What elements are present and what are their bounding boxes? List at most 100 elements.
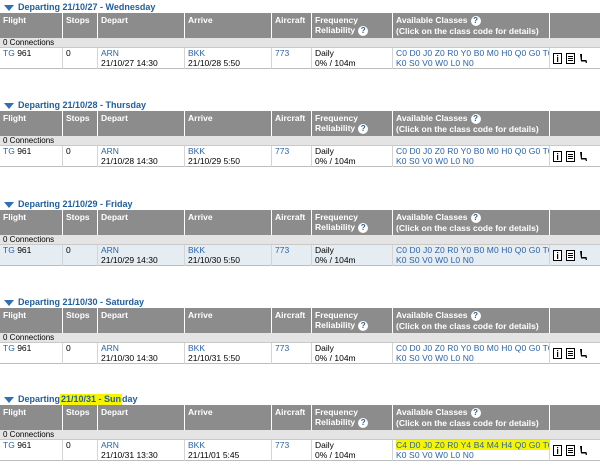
col-aircraft: Aircraft <box>272 210 312 235</box>
classes-help-icon[interactable]: ? <box>470 15 481 26</box>
section-title[interactable]: Departing 21/10/28 - Thursday <box>4 100 146 111</box>
info-icon[interactable] <box>553 445 562 456</box>
frequency-help-icon[interactable]: ? <box>358 222 369 233</box>
day-section-thursday: Departing 21/10/28 - Thursday Flight Sto… <box>0 98 600 167</box>
col-frequency-line2: Reliability <box>315 222 356 232</box>
details-icon[interactable] <box>566 151 575 162</box>
reliability-value: 0% / 104m <box>315 254 356 265</box>
airline-link[interactable]: TG <box>3 440 15 450</box>
aircraft-link[interactable]: 773 <box>275 245 289 255</box>
classes-cell: C0 D0 J0 Z0 R0 Y0 B0 M0 H0 Q0 G0 T0 K0 S0… <box>393 343 550 364</box>
col-classes-line1: Available Classes <box>396 407 468 417</box>
info-icon[interactable] <box>553 250 562 261</box>
classes-help-icon[interactable]: ? <box>470 113 481 124</box>
frequency-help-icon[interactable]: ? <box>358 123 369 134</box>
col-depart: Depart <box>98 210 185 235</box>
seat-icon[interactable] <box>579 53 588 64</box>
class-codes-line2[interactable]: K0 S0 V0 W0 L0 N0 <box>396 58 547 69</box>
frequency-help-icon[interactable]: ? <box>358 25 369 36</box>
details-icon[interactable] <box>566 445 575 456</box>
stops-cell: 0 <box>63 440 98 461</box>
frequency-help-icon[interactable]: ? <box>358 417 369 428</box>
frequency-cell: Daily 0% / 104m <box>312 343 393 364</box>
col-classes-line2: (Click on the class code for details) <box>396 222 539 233</box>
depart-cell: ARN 21/10/27 14:30 <box>98 48 185 69</box>
col-arrive: Arrive <box>185 13 272 38</box>
classes-help-icon[interactable]: ? <box>470 407 481 418</box>
arrive-time: 21/10/28 5:50 <box>188 57 240 68</box>
flight-table: Flight Stops Depart Arrive Aircraft Freq… <box>0 308 600 364</box>
section-title[interactable]: Departing 21/10/27 - Wednesday <box>4 2 155 13</box>
aircraft-link[interactable]: 773 <box>275 440 289 450</box>
depart-time: 21/10/27 14:30 <box>101 57 158 68</box>
section-title[interactable]: Departing 21/10/31 - Sun day <box>4 394 138 405</box>
section-title[interactable]: Departing 21/10/30 - Saturday <box>4 297 144 308</box>
class-codes-line2[interactable]: K0 S0 V0 W0 L0 N0 <box>396 450 547 461</box>
arrive-cell: BKK 21/10/28 5:50 <box>185 48 272 69</box>
frequency-cell: Daily 0% / 104m <box>312 440 393 461</box>
section-title[interactable]: Departing 21/10/29 - Friday <box>4 199 133 210</box>
classes-help-icon[interactable]: ? <box>470 310 481 321</box>
frequency-help-icon[interactable]: ? <box>358 320 369 331</box>
col-frequency: Frequency Reliability? <box>312 308 393 333</box>
stops-cell: 0 <box>63 245 98 266</box>
airline-link[interactable]: TG <box>3 245 15 255</box>
frequency-cell: Daily 0% / 104m <box>312 146 393 167</box>
reliability-value: 0% / 104m <box>315 57 356 68</box>
table-header: Flight Stops Depart Arrive Aircraft Freq… <box>0 210 600 235</box>
frequency-cell: Daily 0% / 104m <box>312 48 393 69</box>
aircraft-link[interactable]: 773 <box>275 146 289 156</box>
seat-icon[interactable] <box>579 151 588 162</box>
class-codes-line1[interactable]: C4 D0 J0 Z0 R0 Y4 B4 M4 H4 Q0 G0 T0 <box>396 440 549 450</box>
col-classes-line2: (Click on the class code for details) <box>396 417 539 428</box>
seat-icon[interactable] <box>579 250 588 261</box>
collapse-triangle-icon[interactable] <box>4 299 14 306</box>
aircraft-cell: 773 <box>272 146 312 167</box>
info-icon[interactable] <box>553 151 562 162</box>
info-icon[interactable] <box>553 348 562 359</box>
collapse-triangle-icon[interactable] <box>4 201 14 208</box>
collapse-triangle-icon[interactable] <box>4 396 14 403</box>
airline-link[interactable]: TG <box>3 146 15 156</box>
stops-cell: 0 <box>63 48 98 69</box>
col-aircraft: Aircraft <box>272 13 312 38</box>
airline-link[interactable]: TG <box>3 343 15 353</box>
class-codes-line2[interactable]: K0 S0 V0 W0 L0 N0 <box>396 255 547 266</box>
collapse-triangle-icon[interactable] <box>4 102 14 109</box>
flight-number: 961 <box>17 343 32 353</box>
col-actions <box>550 13 600 38</box>
col-arrive: Arrive <box>185 405 272 430</box>
actions-cell <box>550 245 600 266</box>
col-aircraft: Aircraft <box>272 111 312 136</box>
details-icon[interactable] <box>566 250 575 261</box>
connections-label: 0 Connections <box>0 430 600 440</box>
classes-help-icon[interactable]: ? <box>470 212 481 223</box>
class-codes-line2[interactable]: K0 S0 V0 W0 L0 N0 <box>396 156 547 167</box>
seat-icon[interactable] <box>579 348 588 359</box>
arrive-time: 21/10/29 5:50 <box>188 155 240 166</box>
connections-label: 0 Connections <box>0 136 600 146</box>
class-codes-line2[interactable]: K0 S0 V0 W0 L0 N0 <box>396 353 547 364</box>
details-icon[interactable] <box>566 348 575 359</box>
col-frequency-line2: Reliability <box>315 417 356 427</box>
stops-cell: 0 <box>63 343 98 364</box>
col-flight: Flight <box>0 308 63 333</box>
aircraft-link[interactable]: 773 <box>275 48 289 58</box>
details-icon[interactable] <box>566 53 575 64</box>
aircraft-link[interactable]: 773 <box>275 343 289 353</box>
flight-availability-page: Departing 21/10/27 - Wednesday Flight St… <box>0 0 600 469</box>
actions-cell <box>550 48 600 69</box>
col-flight: Flight <box>0 13 63 38</box>
info-icon[interactable] <box>553 53 562 64</box>
col-depart: Depart <box>98 13 185 38</box>
depart-time: 21/10/31 13:30 <box>101 449 158 460</box>
flight-table: Flight Stops Depart Arrive Aircraft Freq… <box>0 210 600 266</box>
airline-link[interactable]: TG <box>3 48 15 58</box>
collapse-triangle-icon[interactable] <box>4 4 14 11</box>
flight-cell: TG 961 <box>0 48 63 69</box>
reliability-value: 0% / 104m <box>315 352 356 363</box>
col-frequency-line2: Reliability <box>315 320 356 330</box>
col-stops: Stops <box>63 405 98 430</box>
col-frequency: Frequency Reliability? <box>312 13 393 38</box>
seat-icon[interactable] <box>579 445 588 456</box>
